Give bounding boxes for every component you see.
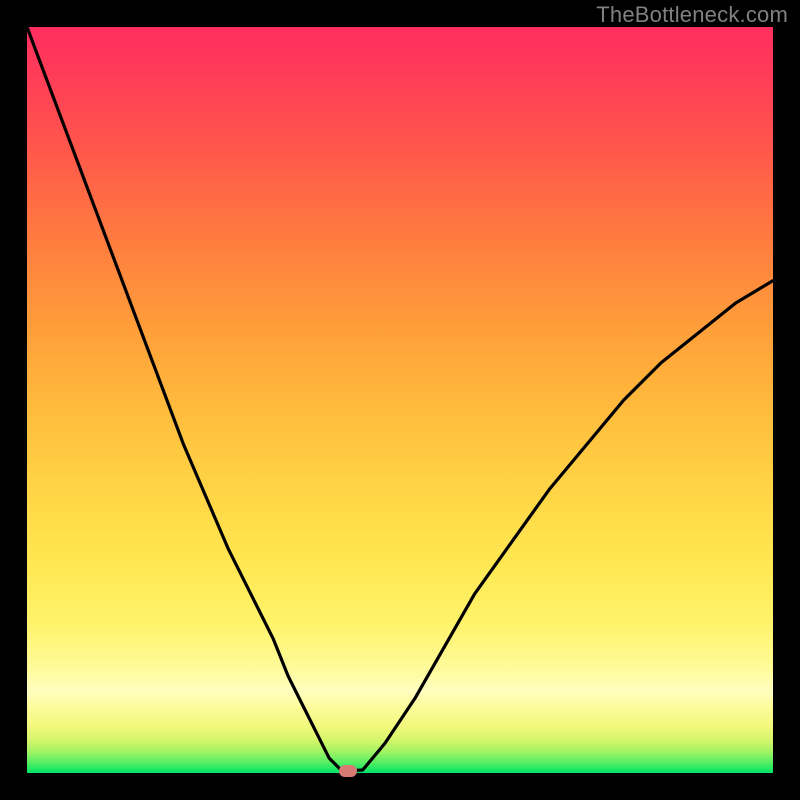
optimum-marker — [339, 765, 357, 777]
bottleneck-curve — [27, 27, 773, 771]
plot-area — [27, 27, 773, 773]
curve-svg — [27, 27, 773, 773]
watermark-text: TheBottleneck.com — [596, 2, 788, 28]
chart-frame: TheBottleneck.com — [0, 0, 800, 800]
